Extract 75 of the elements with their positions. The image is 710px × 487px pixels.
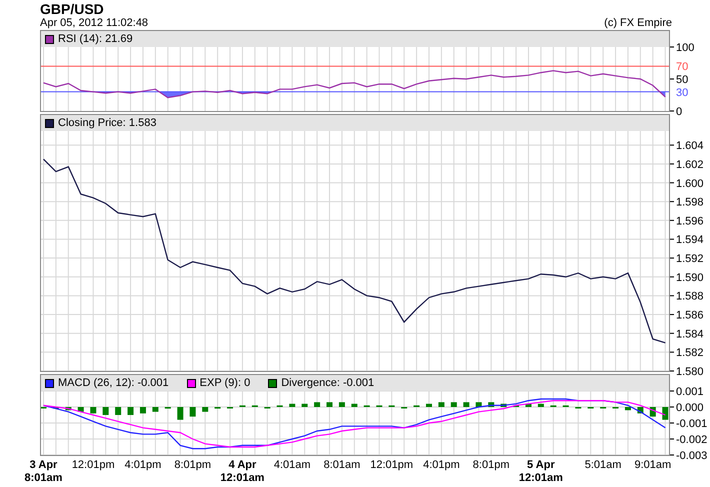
axis-label: 1.590 bbox=[676, 272, 704, 284]
divergence-bar bbox=[102, 407, 109, 415]
divergence-bar bbox=[177, 407, 184, 420]
axis-label: 1.586 bbox=[676, 310, 704, 322]
axis-label: 1.580 bbox=[676, 366, 704, 378]
axis-label: 50 bbox=[676, 74, 688, 86]
divergence-bar bbox=[538, 404, 544, 407]
divergence-bar bbox=[438, 402, 444, 407]
time-label: 5:01am bbox=[584, 459, 622, 472]
divergence-bar bbox=[78, 407, 84, 412]
divergence-bar bbox=[190, 407, 196, 417]
divergence-bar bbox=[476, 402, 482, 407]
divergence-bar bbox=[128, 407, 134, 415]
divergence-bar bbox=[662, 407, 668, 420]
divergence-bar bbox=[65, 407, 72, 410]
axis-label: 1.594 bbox=[676, 234, 704, 246]
divergence-bar bbox=[624, 407, 631, 410]
divergence-bar bbox=[500, 404, 507, 407]
divergence-bar bbox=[488, 402, 494, 407]
axis-label: 1.596 bbox=[676, 215, 704, 228]
axis-label: 1.588 bbox=[676, 290, 704, 303]
time-label: 8:01am bbox=[324, 459, 360, 472]
divergence-bar bbox=[302, 404, 308, 407]
timestamp: Apr 05, 2012 11:02:48 bbox=[40, 17, 148, 30]
axis-label: 1.602 bbox=[676, 158, 704, 171]
axis-label: 0.001 bbox=[676, 386, 704, 398]
divergence-bar bbox=[525, 404, 532, 407]
divergence-bar bbox=[426, 404, 432, 407]
axis-label: 0 bbox=[676, 106, 682, 118]
divergence-bar bbox=[202, 407, 208, 412]
time-label: 12:01pm bbox=[72, 459, 115, 472]
time-label: 8:01pm bbox=[472, 459, 510, 472]
divergence-bar bbox=[140, 407, 146, 414]
legend-label: MACD (26, 12): -0.001 bbox=[58, 378, 169, 388]
axis-label: -0.003 bbox=[676, 450, 708, 462]
axis-label: 0.000 bbox=[676, 402, 704, 414]
divergence-bar bbox=[326, 402, 332, 407]
axis-label: 1.600 bbox=[676, 178, 704, 190]
legend-label: EXP (9): 0 bbox=[200, 378, 250, 388]
divergence-bar bbox=[152, 407, 158, 412]
divergence-bar bbox=[289, 404, 296, 407]
time-label: 9:01am bbox=[634, 459, 672, 472]
divergence-bar bbox=[90, 407, 96, 414]
legend-label: Closing Price: 1.583 bbox=[58, 118, 156, 128]
divergence-bar bbox=[338, 402, 345, 407]
axis-label: 100 bbox=[676, 42, 694, 54]
divergence-bar bbox=[115, 407, 122, 415]
axis-label: 1.584 bbox=[676, 328, 704, 340]
axis-label: 1.604 bbox=[676, 140, 704, 152]
time-label: 12:01pm bbox=[370, 459, 414, 472]
axis-label: -0.002 bbox=[676, 434, 708, 446]
copyright-text: (c) FX Empire bbox=[604, 17, 672, 30]
threshold-label: 30 bbox=[676, 86, 688, 99]
time-label: 4:01pm bbox=[423, 459, 460, 472]
threshold-label: 70 bbox=[676, 61, 688, 74]
divergence-bar bbox=[351, 404, 358, 407]
axis-label: 1.582 bbox=[676, 347, 704, 360]
axis-label: 1.592 bbox=[676, 253, 704, 266]
date-label: 5 Apr bbox=[527, 459, 555, 472]
time-label: 12:01am bbox=[518, 472, 563, 485]
chart-title: GBP/USD bbox=[40, 0, 104, 17]
axis-label: -0.001 bbox=[676, 418, 708, 430]
divergence-bar bbox=[463, 402, 470, 407]
time-label: 8:01am bbox=[24, 472, 62, 485]
axis-label: 1.598 bbox=[676, 196, 704, 209]
legend-label: Divergence: -0.001 bbox=[281, 378, 374, 388]
time-label: 12:01am bbox=[220, 472, 264, 485]
divergence-bar bbox=[450, 402, 457, 407]
date-label: 3 Apr bbox=[30, 459, 58, 472]
time-label: 8:01pm bbox=[174, 459, 212, 472]
date-label: 4 Apr bbox=[228, 459, 256, 472]
legend-label: RSI (14): 21.69 bbox=[58, 34, 133, 44]
time-label: 4:01am bbox=[274, 459, 311, 472]
time-label: 4:01pm bbox=[124, 459, 162, 472]
divergence-bar bbox=[314, 402, 320, 407]
